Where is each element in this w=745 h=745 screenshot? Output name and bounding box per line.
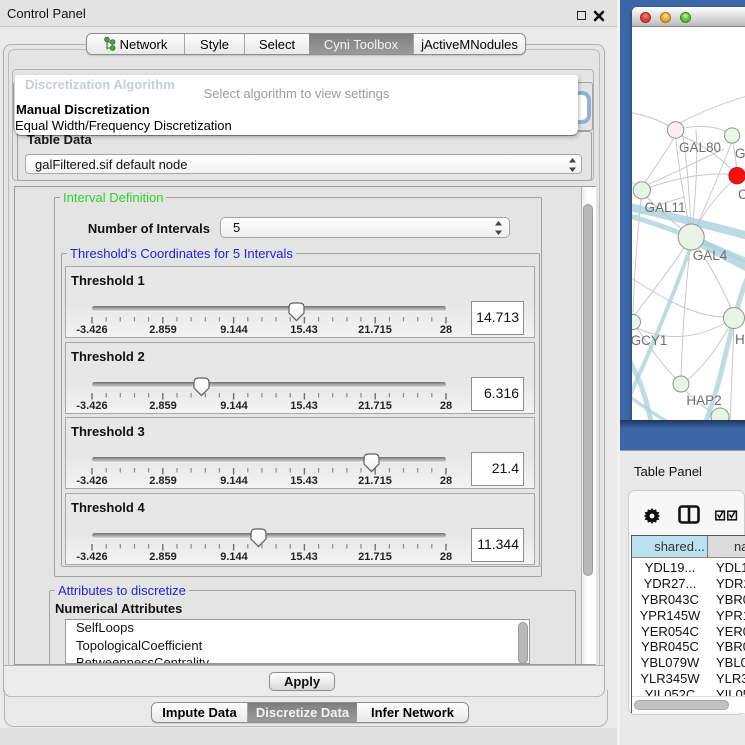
svg-text:GCY1: GCY1 [632, 333, 667, 348]
svg-text:GA: GA [735, 146, 745, 161]
svg-text:GAL11: GAL11 [644, 200, 685, 215]
svg-text:H: H [735, 332, 745, 347]
svg-text:GAL4: GAL4 [693, 248, 728, 263]
svg-text:HAP2: HAP2 [686, 393, 721, 408]
svg-text:GAL80: GAL80 [679, 140, 721, 155]
svg-text:C: C [738, 187, 745, 202]
